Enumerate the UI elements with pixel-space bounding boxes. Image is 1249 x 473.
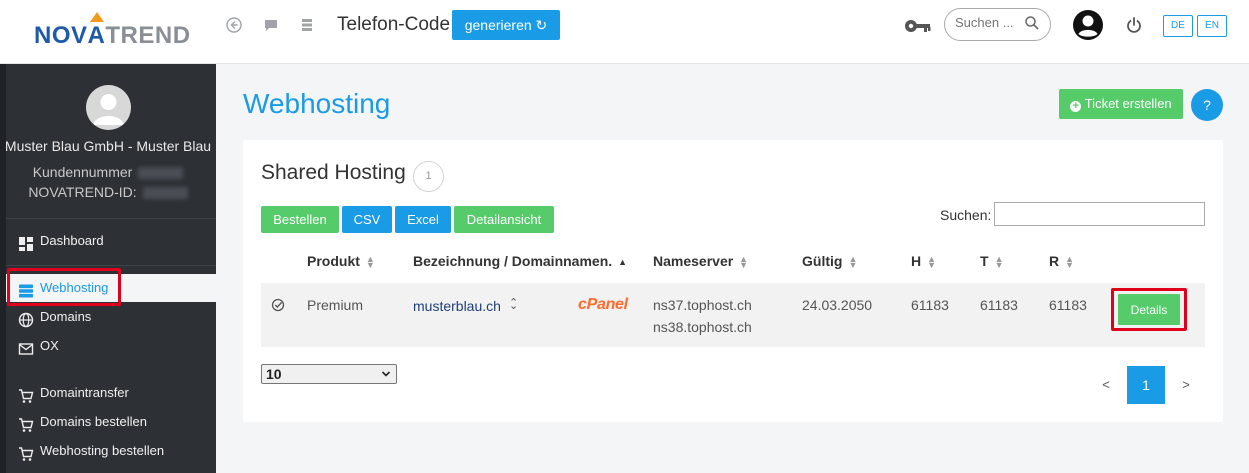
row-status-check-icon[interactable] [271, 298, 285, 315]
row-product: Premium [307, 297, 364, 313]
sidebar-item-dashboard[interactable]: Dashboard [6, 227, 216, 255]
sidebar-item-webhosting[interactable]: Webhosting [6, 274, 216, 302]
detail-view-button[interactable]: Detailansicht [454, 206, 554, 233]
table-search-label: Suchen: [940, 207, 992, 223]
pagination-page-1[interactable]: 1 [1127, 366, 1165, 404]
redacted-value [138, 167, 184, 180]
redacted-value [142, 187, 188, 200]
sidebar: Muster Blau GmbH - Muster Blau Kundennum… [0, 64, 216, 473]
chevron-down-icon [381, 365, 391, 389]
page-title: Webhosting [243, 88, 391, 119]
row-nameserver-1: ns37.tophost.ch [653, 297, 752, 313]
column-header-nameserver[interactable]: Nameserver ▲ ▼ [653, 253, 749, 271]
top-header: NOVATREND Telefon-Code generieren ↻ DE E… [0, 0, 1249, 64]
cpanel-logo[interactable]: cPanel [578, 296, 628, 314]
row-h-value: 61183 [911, 297, 949, 313]
sort-icon: ▲ ▼ [994, 254, 1004, 271]
user-account-icon[interactable] [1072, 9, 1104, 41]
order-button[interactable]: Bestellen [261, 206, 339, 233]
row-nameserver-2: ns38.tophost.ch [653, 319, 752, 335]
table-row [261, 283, 1205, 347]
column-header-valid[interactable]: Gültig ▲ ▼ [802, 253, 858, 271]
sidebar-item-webhosting-bestellen[interactable]: Webhosting bestellen [6, 437, 216, 465]
expand-chevron-icon[interactable]: ⌃ ⌄ [509, 296, 518, 322]
cart-icon [18, 415, 34, 432]
sort-icon: ▲ ▼ [365, 254, 375, 271]
row-valid-date: 24.03.2050 [802, 297, 873, 313]
sidebar-item-domains-bestellen[interactable]: Domains bestellen [6, 408, 216, 436]
dashboard-icon [18, 234, 34, 251]
sort-asc-icon: ▲ [618, 257, 628, 268]
table-search-input[interactable] [994, 202, 1205, 226]
sidebar-item-domains[interactable]: Domains [6, 303, 216, 331]
cart-icon [18, 386, 34, 403]
sort-icon: ▲ ▼ [848, 254, 858, 271]
excel-export-button[interactable]: Excel [395, 206, 451, 233]
global-search[interactable] [944, 8, 1051, 41]
server-icon [18, 281, 34, 298]
generate-code-button[interactable]: generieren ↻ [452, 10, 560, 40]
sidebar-divider [6, 265, 216, 266]
back-circle-icon[interactable] [225, 16, 243, 34]
chat-icon[interactable] [262, 16, 280, 34]
novatrend-id: NOVATREND-ID: [0, 184, 216, 200]
csv-export-button[interactable]: CSV [342, 206, 392, 233]
key-icon[interactable] [904, 16, 932, 36]
column-header-h[interactable]: H ▲ ▼ [911, 253, 937, 271]
sort-icon: ▲ ▼ [927, 254, 937, 271]
company-name: Muster Blau GmbH - Muster Blau [4, 138, 212, 154]
profile-avatar [86, 85, 131, 130]
create-ticket-button[interactable]: + Ticket erstellen [1059, 89, 1183, 119]
server-stack-icon[interactable] [298, 16, 316, 34]
column-header-r[interactable]: R ▲ ▼ [1049, 253, 1075, 271]
logout-power-icon[interactable] [1126, 16, 1142, 34]
sort-icon: ▲ ▼ [1065, 254, 1075, 271]
row-r-value: 61183 [1049, 297, 1087, 313]
global-search-input[interactable] [955, 15, 1025, 30]
phone-code-title: Telefon-Code [337, 14, 451, 35]
column-header-domain[interactable]: Bezeichnung / Domainnamen. ▲ [413, 253, 628, 269]
section-title: Shared Hosting [261, 161, 406, 184]
novatrend-logo[interactable]: NOVATREND [34, 12, 191, 50]
mail-icon [18, 339, 34, 355]
page-size-select[interactable]: 10 [261, 364, 397, 384]
sidebar-item-domaintransfer[interactable]: Domaintransfer [6, 379, 216, 407]
sidebar-item-ox[interactable]: OX [6, 332, 216, 360]
column-header-t[interactable]: T ▲ ▼ [980, 253, 1004, 271]
language-de-button[interactable]: DE [1163, 15, 1193, 37]
details-button[interactable]: Details [1118, 294, 1180, 325]
column-header-product[interactable]: Produkt ▲ ▼ [307, 253, 375, 271]
language-en-button[interactable]: EN [1197, 15, 1227, 37]
help-button[interactable]: ? [1191, 89, 1223, 121]
sidebar-divider [6, 218, 216, 219]
row-t-value: 61183 [980, 297, 1018, 313]
row-domain-link[interactable]: musterblau.ch [413, 298, 501, 314]
customer-number: Kundennummer [0, 164, 216, 180]
pagination-next[interactable]: > [1174, 366, 1198, 404]
count-badge: 1 [413, 161, 444, 192]
pagination-prev[interactable]: < [1094, 366, 1118, 404]
search-icon[interactable] [1024, 15, 1040, 31]
sort-icon: ▲ ▼ [739, 254, 749, 271]
cart-icon [18, 444, 34, 461]
globe-icon [18, 310, 34, 327]
plus-circle-icon: + [1070, 101, 1082, 112]
